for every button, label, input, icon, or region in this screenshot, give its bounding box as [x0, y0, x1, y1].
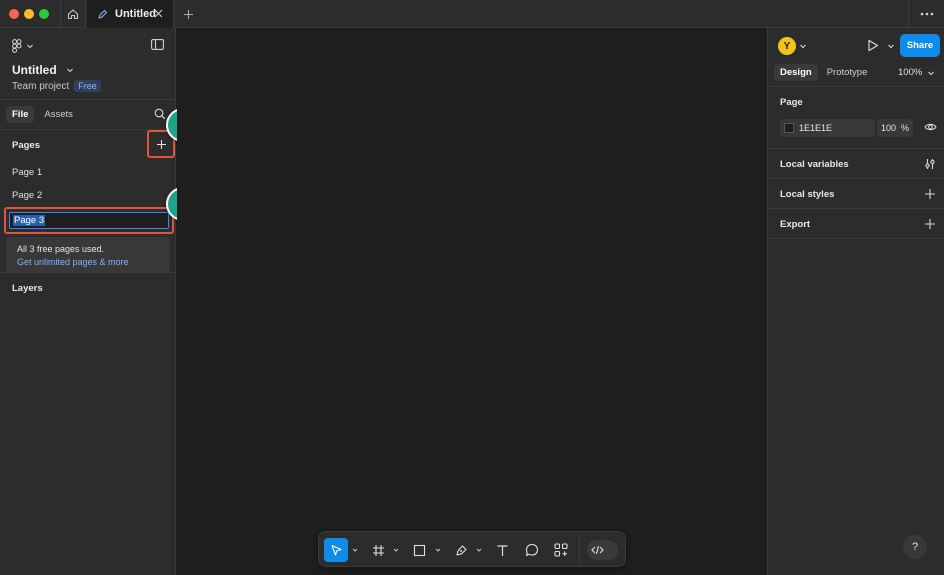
- divider: [0, 99, 176, 100]
- eye-icon[interactable]: [924, 122, 937, 132]
- divider: [0, 272, 176, 273]
- page-rename-highlight: Page 3: [4, 207, 174, 234]
- rectangle-tool[interactable]: [410, 538, 428, 562]
- properties-tabs: Design Prototype: [774, 64, 876, 81]
- upgrade-link[interactable]: Get unlimited pages & more: [17, 257, 170, 267]
- main-menu-button[interactable]: [12, 39, 34, 53]
- plus-icon[interactable]: [924, 218, 936, 230]
- page-name-input[interactable]: Page 3: [9, 212, 169, 229]
- chevron-down-icon: [928, 71, 935, 75]
- page-list-item[interactable]: Page 1: [12, 167, 42, 178]
- cursor-arrow-icon: [330, 544, 342, 556]
- close-window-button[interactable]: [9, 9, 19, 19]
- chevron-down-icon[interactable]: [393, 547, 399, 553]
- chevron-down-icon[interactable]: [435, 547, 441, 553]
- toggle-sidebar-icon[interactable]: [151, 39, 164, 50]
- plus-icon[interactable]: [924, 188, 936, 200]
- opacity-field[interactable]: 100 %: [877, 119, 913, 137]
- pen-icon: [455, 544, 467, 556]
- canvas[interactable]: [177, 28, 767, 575]
- page-list-item[interactable]: Page 2: [12, 190, 42, 201]
- minimize-window-button[interactable]: [24, 9, 34, 19]
- file-tab[interactable]: Untitled: [87, 0, 174, 28]
- chevron-down-icon[interactable]: [476, 547, 482, 553]
- present-play-icon[interactable]: [867, 39, 879, 52]
- notice-text: All 3 free pages used.: [17, 244, 105, 254]
- color-hex-value: 1E1E1E: [799, 123, 833, 133]
- divider: [768, 238, 944, 239]
- figma-logo-icon: [12, 39, 22, 53]
- divider: [768, 208, 944, 209]
- opacity-value: 100: [881, 123, 897, 133]
- share-button[interactable]: Share: [900, 34, 940, 57]
- tab-prototype[interactable]: Prototype: [821, 64, 874, 81]
- pages-limit-notice: All 3 free pages used. Get unlimited pag…: [6, 237, 170, 273]
- code-icon: [591, 545, 604, 555]
- page-section-heading: Page: [780, 97, 803, 108]
- more-horizontal-icon: [920, 12, 933, 16]
- layers-heading: Layers: [12, 283, 43, 294]
- toolbar-separator: [579, 536, 580, 564]
- chevron-down-icon[interactable]: [799, 42, 807, 50]
- tab-file[interactable]: File: [6, 106, 35, 123]
- local-variables-heading: Local variables: [780, 159, 849, 170]
- divider: [768, 178, 944, 179]
- divider: [768, 148, 944, 149]
- chevron-down-icon[interactable]: [352, 547, 358, 553]
- color-swatch[interactable]: [784, 123, 794, 133]
- close-tab-icon[interactable]: [153, 8, 164, 19]
- rectangle-icon: [413, 544, 425, 556]
- dev-mode-toggle[interactable]: [587, 540, 618, 560]
- project-name[interactable]: Team project: [12, 81, 69, 92]
- comment-bubble-icon: [525, 543, 539, 557]
- avatar[interactable]: Y: [778, 37, 796, 55]
- more-options-button[interactable]: [908, 0, 944, 28]
- zoom-menu[interactable]: 100%: [898, 67, 935, 78]
- home-icon: [67, 9, 79, 20]
- right-sidebar: Y Share Design Prototype 100% Page 1E1E1…: [767, 28, 944, 575]
- move-tool[interactable]: [324, 538, 348, 562]
- plus-icon: [183, 9, 193, 19]
- chevron-down-icon: [27, 44, 33, 49]
- chevron-down-icon: [66, 68, 73, 73]
- comment-tool[interactable]: [523, 538, 541, 562]
- pages-heading: Pages: [12, 140, 40, 151]
- export-heading: Export: [780, 219, 811, 230]
- tab-title: Untitled: [115, 8, 156, 20]
- opacity-unit: %: [900, 123, 909, 133]
- tab-assets[interactable]: Assets: [38, 106, 79, 123]
- home-button[interactable]: [60, 0, 86, 28]
- file-name-menu[interactable]: Untitled: [12, 63, 74, 77]
- local-styles-heading: Local styles: [780, 189, 835, 200]
- new-tab-button[interactable]: [180, 6, 196, 22]
- page-background-color-field[interactable]: 1E1E1E: [780, 119, 875, 137]
- text-icon: [497, 544, 507, 556]
- sidebar-tabs: File Assets: [6, 106, 83, 123]
- hash-frame-icon: [372, 544, 384, 556]
- search-icon[interactable]: [154, 108, 166, 120]
- help-button[interactable]: ?: [903, 535, 927, 559]
- chevron-down-icon[interactable]: [887, 42, 895, 50]
- project-info: Team project Free: [12, 80, 101, 92]
- file-name: Untitled: [12, 63, 57, 77]
- plus-icon: [156, 139, 166, 149]
- plan-badge[interactable]: Free: [74, 80, 101, 92]
- frame-tool[interactable]: [369, 538, 387, 562]
- text-tool[interactable]: [493, 538, 511, 562]
- maximize-window-button[interactable]: [39, 9, 49, 19]
- actions-tool[interactable]: [552, 538, 570, 562]
- design-file-icon: [98, 9, 108, 19]
- zoom-level: 100%: [898, 67, 923, 78]
- tab-design[interactable]: Design: [774, 64, 818, 81]
- variables-adjust-icon[interactable]: [924, 158, 936, 170]
- pen-tool[interactable]: [452, 538, 470, 562]
- left-sidebar: Untitled Team project Free File Assets P…: [0, 28, 176, 575]
- bottom-toolbar: [318, 531, 626, 567]
- actions-grid-icon: [554, 543, 568, 557]
- divider: [768, 86, 944, 87]
- title-bar: Untitled: [0, 0, 944, 28]
- page-name-selected-text: Page 3: [13, 215, 46, 226]
